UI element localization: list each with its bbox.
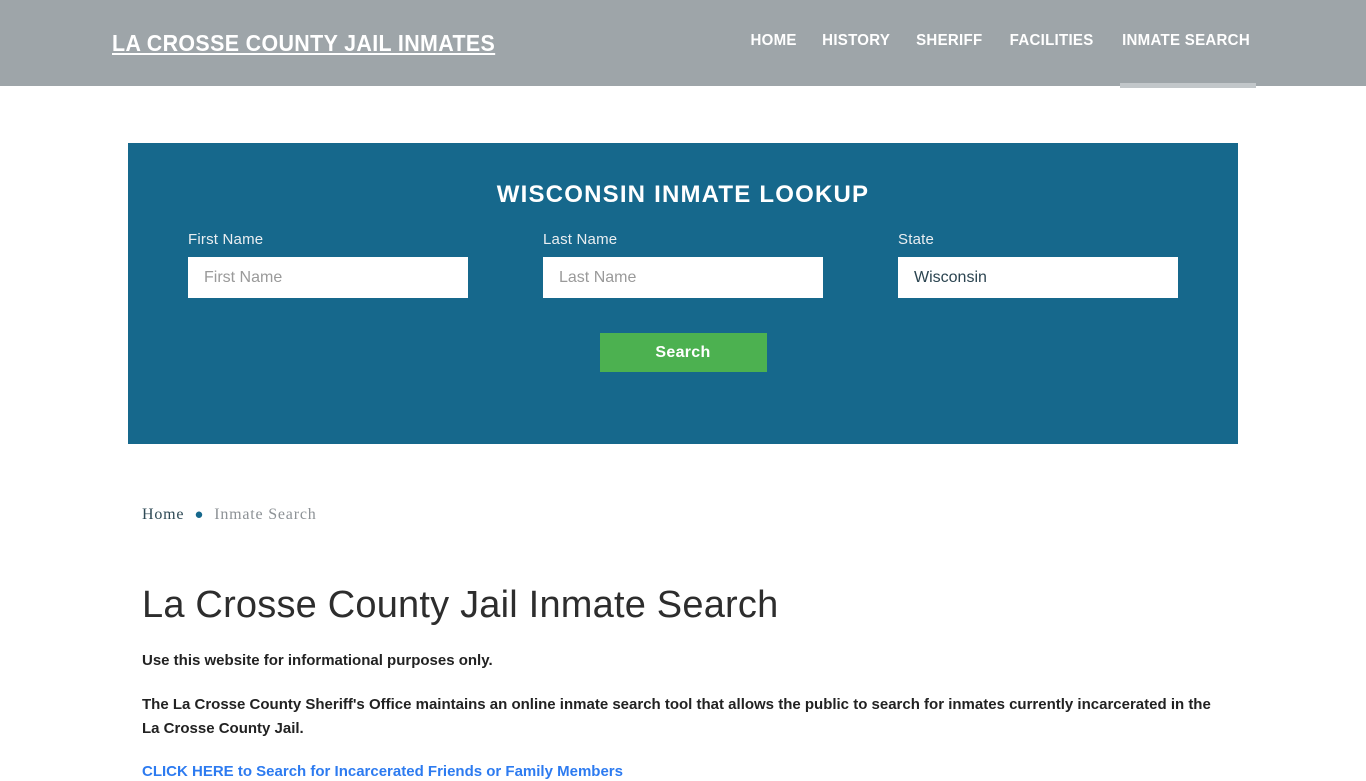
inmate-search-cta-link[interactable]: CLICK HERE to Search for Incarcerated Fr…	[142, 763, 623, 780]
site-brand-title[interactable]: LA CROSSE COUNTY JAIL INMATES	[112, 30, 495, 57]
state-field-group: State	[898, 231, 1178, 298]
nav-active-indicator	[1120, 83, 1256, 88]
first-name-field-group: First Name	[188, 231, 468, 298]
lookup-panel-title: WISCONSIN INMATE LOOKUP	[496, 181, 870, 208]
description-paragraph: The La Crosse County Sheriff's Office ma…	[142, 696, 1211, 737]
nav-item-inmate-search[interactable]: INMATE SEARCH	[1122, 32, 1250, 50]
main-navigation: HOME HISTORY SHERIFF FACILITIES INMATE S…	[749, 32, 1254, 50]
last-name-label: Last Name	[543, 231, 618, 248]
lookup-form: First Name Last Name State	[128, 231, 1238, 321]
last-name-input[interactable]	[543, 257, 823, 298]
nav-item-sheriff[interactable]: SHERIFF	[916, 32, 982, 50]
first-name-input[interactable]	[188, 257, 468, 298]
site-header: LA CROSSE COUNTY JAIL INMATES HOME HISTO…	[0, 0, 1366, 88]
breadcrumb: Home ● Inmate Search	[142, 506, 1252, 524]
inmate-lookup-panel: WISCONSIN INMATE LOOKUP First Name Last …	[128, 143, 1238, 444]
nav-item-history[interactable]: HISTORY	[822, 32, 890, 50]
nav-item-home[interactable]: HOME	[750, 32, 796, 50]
page-title: La Crosse County Jail Inmate Search	[142, 584, 779, 626]
intro-paragraph: Use this website for informational purpo…	[142, 652, 493, 669]
state-input[interactable]	[898, 257, 1178, 298]
state-label: State	[898, 231, 935, 248]
search-button[interactable]: Search	[599, 333, 767, 372]
search-button-wrapper: Search	[128, 333, 1238, 372]
last-name-field-group: Last Name	[543, 231, 823, 298]
breadcrumb-separator-icon: ●	[194, 506, 205, 523]
nav-item-facilities[interactable]: FACILITIES	[1009, 32, 1093, 50]
breadcrumb-current-page: Inmate Search	[214, 506, 317, 523]
breadcrumb-home-link[interactable]: Home	[142, 506, 184, 524]
main-content: Home ● Inmate Search La Crosse County Ja…	[142, 480, 1252, 781]
first-name-label: First Name	[188, 231, 264, 248]
